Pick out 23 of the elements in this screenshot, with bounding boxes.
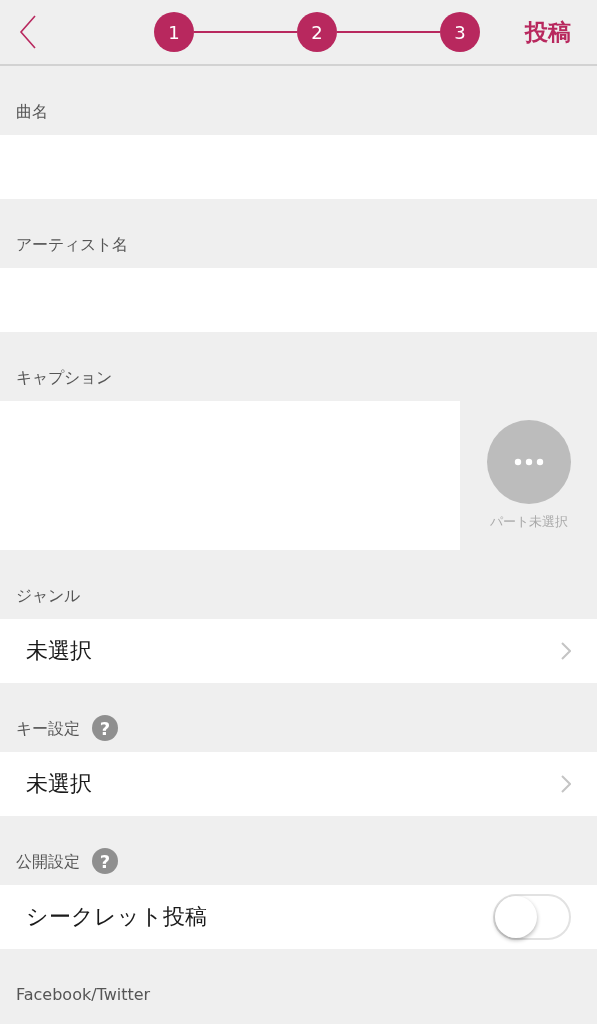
section-label: 曲名 [16,101,48,123]
step-number: 3 [440,12,480,52]
section-label: アーティスト名 [16,234,128,256]
select-value: 未選択 [26,770,92,798]
section-label: Facebook/Twitter [16,984,151,1006]
post-button[interactable]: 投稿 [525,12,571,52]
help-icon[interactable]: ? [92,848,118,874]
help-icon[interactable]: ? [92,715,118,741]
chevron-icon [561,642,571,660]
select-row[interactable]: 未選択 [0,752,597,816]
toggle-label: シークレット投稿 [26,903,207,931]
more-icon[interactable] [486,420,571,504]
select-row[interactable]: 未選択 [0,619,597,683]
section-label: キー設定 [16,718,80,740]
step-number: 2 [297,12,337,52]
section-label: キャプション [16,367,112,389]
select-value: 未選択 [26,637,92,665]
toggle-switch[interactable] [493,894,571,940]
section-label: ジャンル [16,585,80,607]
chevron-icon [561,775,571,793]
step-number: 1 [154,12,194,52]
section-label: 公開設定 [16,851,80,873]
back-icon[interactable] [19,15,37,49]
